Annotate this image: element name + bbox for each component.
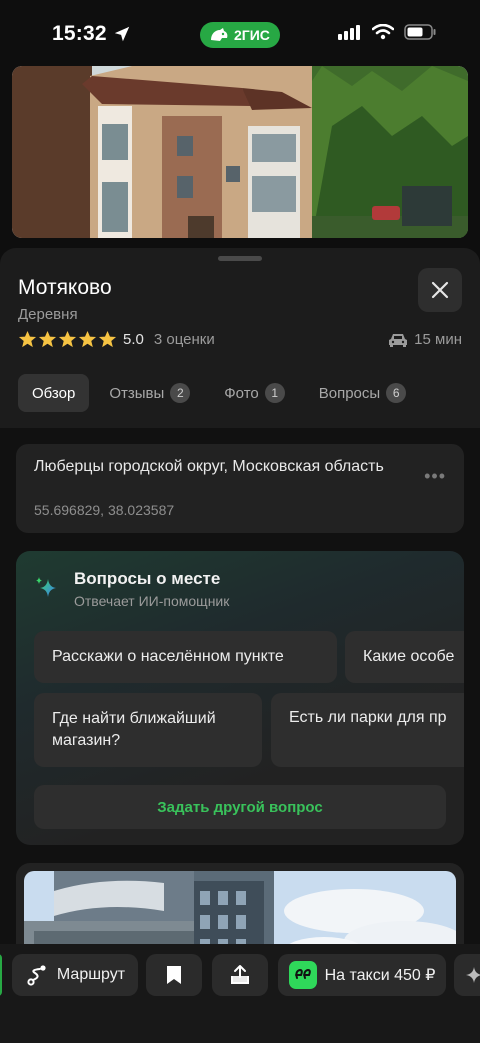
ai-assistant-button[interactable] [454, 954, 480, 996]
address-card[interactable]: Люберцы городской округ, Московская обла… [16, 444, 464, 533]
wifi-icon [372, 24, 394, 40]
tab-reviews[interactable]: Отзывы 2 [95, 374, 204, 412]
tab-label: Фото [224, 384, 259, 402]
tab-overview[interactable]: Обзор [18, 374, 90, 412]
share-icon [231, 965, 249, 984]
battery-icon [404, 24, 436, 40]
bookmark-icon [167, 966, 181, 984]
address-text: Люберцы городской округ, Московская обла… [34, 458, 384, 475]
tab-bar: Обзор Отзывы 2 Фото 1 Вопросы 6 [18, 374, 420, 412]
brand-badge[interactable]: 2ГИС [200, 22, 280, 48]
star-icon [58, 330, 77, 348]
rating-value: 5.0 [123, 331, 144, 348]
route-label: Маршрут [56, 966, 126, 983]
tab-count-badge: 6 [386, 383, 407, 403]
tab-label: Отзывы [109, 384, 165, 402]
question-chip[interactable]: Есть ли парки для пр [271, 693, 464, 767]
brand-name: 2ГИС [234, 27, 270, 43]
question-chip[interactable]: Где найти ближайший магазин? [34, 693, 262, 767]
star-icon [78, 330, 97, 348]
close-button[interactable] [418, 268, 462, 312]
tab-count-badge: 1 [264, 383, 285, 403]
tab-photos[interactable]: Фото 1 [210, 374, 298, 412]
location-arrow-icon [114, 26, 129, 42]
route-button[interactable]: Маршрут [12, 954, 138, 996]
action-green-edge[interactable] [0, 954, 2, 996]
star-icon [98, 330, 117, 348]
house-photo-image [12, 66, 468, 238]
bookmark-button[interactable] [146, 954, 202, 996]
question-chip[interactable]: Какие особе [345, 631, 464, 683]
tab-label: Обзор [32, 384, 76, 402]
sparkle-icon [36, 577, 56, 597]
place-sheet: Мотяково Деревня 5.0 3 оценки 15 мин Обз… [0, 248, 480, 1043]
dog-logo-icon [211, 28, 228, 41]
rating-count[interactable]: 3 оценки [154, 331, 215, 348]
route-icon [27, 965, 46, 986]
close-icon [431, 281, 449, 299]
question-chip-label: Расскажи о населённом пункте [52, 648, 284, 665]
signal-icon [338, 25, 360, 40]
star-icon [18, 330, 37, 348]
clock: 15:32 [52, 22, 131, 46]
clock-time: 15:32 [52, 22, 107, 45]
drag-handle[interactable] [218, 256, 262, 261]
sparkle-icon [466, 967, 480, 983]
tab-count-badge: 2 [170, 383, 191, 403]
ai-questions-card: Вопросы о месте Отвечает ИИ-помощник Рас… [16, 551, 464, 845]
ask-question-button[interactable]: Задать другой вопрос [34, 785, 446, 829]
share-button[interactable] [212, 954, 268, 996]
ai-card-subtitle: Отвечает ИИ-помощник [74, 593, 230, 609]
taxi-button[interactable]: На такси 450 ₽ [278, 954, 446, 996]
place-type: Деревня [18, 306, 78, 323]
taxi-label: На такси 450 ₽ [324, 967, 436, 984]
tab-questions[interactable]: Вопросы 6 [305, 374, 420, 412]
ai-card-title: Вопросы о месте [74, 569, 221, 588]
rating-row[interactable]: 5.0 3 оценки [18, 330, 215, 349]
action-bar: Маршрут На такси 450 ₽ [0, 944, 480, 1043]
star-icon [38, 330, 57, 348]
rating-stars [18, 330, 117, 349]
more-options-icon[interactable]: ••• [424, 466, 446, 487]
travel-time-value: 15 мин [414, 331, 462, 348]
tab-label: Вопросы [318, 384, 381, 402]
status-bar: 15:32 2ГИС [0, 0, 480, 66]
place-photo[interactable] [12, 66, 468, 238]
question-chip-label: Где найти ближайший магазин? [52, 710, 216, 749]
question-chip-label: Есть ли парки для пр [289, 709, 447, 726]
place-title: Мотяково [18, 276, 112, 299]
travel-time[interactable]: 15 мин [388, 331, 462, 348]
car-icon [389, 333, 408, 347]
taxi-logo-icon [288, 961, 317, 989]
question-chip-label: Какие особе [363, 648, 455, 665]
coordinates[interactable]: 55.696829, 38.023587 [34, 502, 174, 518]
question-chip[interactable]: Расскажи о населённом пункте [34, 631, 337, 683]
status-icons [338, 24, 436, 40]
